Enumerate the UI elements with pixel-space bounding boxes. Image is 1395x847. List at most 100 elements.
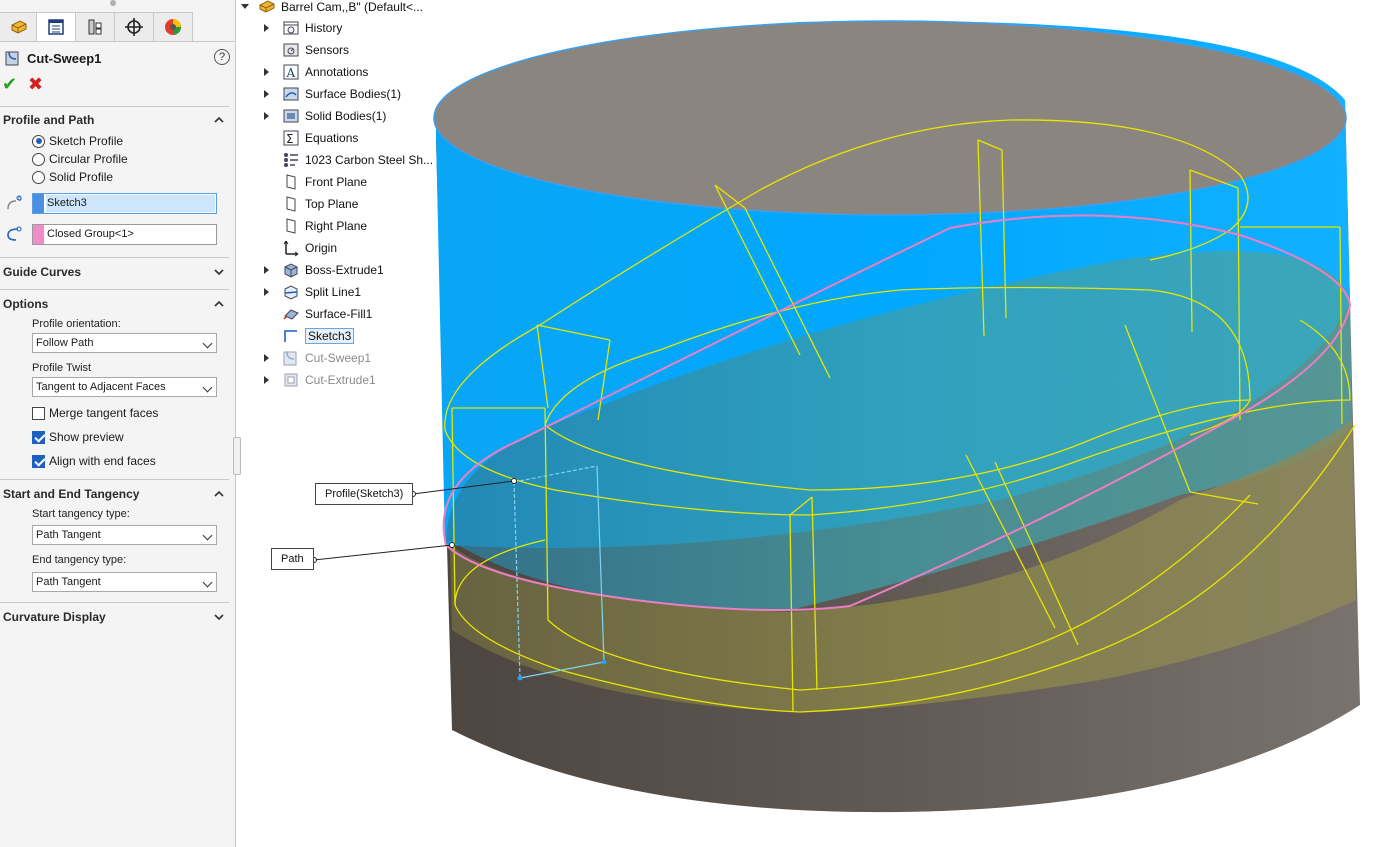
tree-label: Annotations: [305, 65, 369, 79]
checkbox-label: Merge tangent faces: [49, 406, 159, 420]
profile-selection-box[interactable]: Sketch3: [32, 193, 217, 214]
tab-property-manager[interactable]: [36, 12, 76, 41]
tree-item-right-plane[interactable]: Right Plane: [282, 216, 367, 236]
tab-dimxpert-manager[interactable]: [114, 12, 154, 41]
tree-label: Right Plane: [305, 219, 368, 233]
tree-label: Solid Bodies(1): [305, 109, 387, 123]
dropdown-value: Follow Path: [36, 337, 94, 349]
profile-select-icon: 0: [7, 195, 22, 210]
tree-item-cut-sweep1[interactable]: Cut-Sweep1: [264, 348, 372, 368]
chevron-up-icon[interactable]: [212, 297, 226, 311]
chevron-up-icon[interactable]: [212, 487, 226, 501]
radio-button[interactable]: [32, 152, 45, 166]
tree-item-split-line1[interactable]: Split Line1: [264, 282, 361, 302]
chevron-up-icon[interactable]: [212, 113, 226, 127]
panel-grip[interactable]: [110, 0, 116, 6]
tree-label: Cut-Extrude1: [305, 373, 376, 387]
profile-orientation-dropdown[interactable]: Follow Path: [32, 333, 217, 353]
profile-color-swatch: [33, 194, 44, 213]
expand-arrow-icon[interactable]: [264, 68, 269, 76]
path-value: Closed Group<1>: [47, 228, 134, 240]
profile-twist-label: Profile Twist: [32, 362, 92, 374]
chevron-down-icon[interactable]: [212, 265, 226, 279]
ok-check-icon[interactable]: ✔: [2, 74, 17, 95]
tree-item-equations[interactable]: Σ Equations: [282, 128, 358, 148]
tree-root[interactable]: Barrel Cam,,B" (Default<...: [241, 0, 423, 17]
radio-label: Sketch Profile: [49, 134, 124, 148]
profile-twist-dropdown[interactable]: Tangent to Adjacent Faces: [32, 377, 217, 397]
checkbox[interactable]: [32, 430, 45, 444]
collapse-arrow-icon[interactable]: [241, 4, 249, 9]
help-button[interactable]: ?: [214, 49, 230, 65]
expand-arrow-icon[interactable]: [264, 266, 269, 274]
section-curvature-display[interactable]: Curvature Display: [0, 607, 230, 627]
checkbox[interactable]: [32, 406, 45, 420]
section-guide-curves[interactable]: Guide Curves: [0, 262, 230, 282]
tab-display-manager[interactable]: [153, 12, 193, 41]
expand-arrow-icon[interactable]: [264, 354, 269, 362]
profile-orientation-label: Profile orientation:: [32, 318, 121, 330]
section-profile-and-path[interactable]: Profile and Path: [0, 110, 230, 130]
property-manager-icon: [48, 19, 64, 35]
tab-feature-manager[interactable]: [0, 12, 39, 41]
material-icon: [284, 153, 298, 167]
profile-callout[interactable]: Profile(Sketch3): [315, 483, 414, 505]
surface-fill-icon: [283, 309, 299, 320]
tab-configuration-manager[interactable]: [75, 12, 115, 41]
radio-circular-profile[interactable]: Circular Profile: [32, 150, 128, 168]
cancel-x-icon[interactable]: ✖: [28, 74, 43, 95]
tree-label: Front Plane: [305, 175, 368, 189]
checkbox[interactable]: [32, 454, 45, 468]
tree-item-history[interactable]: History: [264, 18, 342, 38]
dropdown-value: Tangent to Adjacent Faces: [36, 381, 166, 393]
tree-label: Sensors: [305, 43, 350, 57]
radio-solid-profile[interactable]: Solid Profile: [32, 168, 113, 186]
expand-arrow-icon[interactable]: [264, 90, 269, 98]
checkbox-merge-tangent-faces[interactable]: Merge tangent faces: [32, 404, 158, 422]
feature-manager-tree: Barrel Cam,,B" (Default<... History Sens…: [236, 0, 436, 400]
checkbox-align-with-end-faces[interactable]: Align with end faces: [32, 452, 156, 470]
tree-item-sensors[interactable]: Sensors: [282, 40, 349, 60]
separator: [0, 479, 229, 480]
expand-arrow-icon[interactable]: [264, 376, 269, 384]
leader-anchor: [449, 542, 455, 548]
chevron-down-icon[interactable]: [212, 610, 226, 624]
tree-item-sketch3[interactable]: Sketch3: [282, 326, 355, 346]
separator: [0, 257, 229, 258]
radio-button[interactable]: [32, 134, 45, 148]
dropdown-value: Path Tangent: [36, 576, 101, 588]
separator: [0, 106, 229, 107]
expand-arrow-icon[interactable]: [264, 288, 269, 296]
path-callout[interactable]: Path: [271, 548, 314, 570]
plane-icon: [286, 174, 296, 190]
history-icon: [283, 21, 299, 35]
tree-item-material[interactable]: 1023 Carbon Steel Sh...: [282, 150, 433, 170]
end-tangency-dropdown[interactable]: Path Tangent: [32, 572, 217, 592]
dimxpert-icon: [125, 18, 143, 36]
expand-arrow-icon[interactable]: [264, 112, 269, 120]
tree-item-annotations[interactable]: A Annotations: [264, 62, 369, 82]
manager-tabs: [0, 12, 236, 42]
expand-arrow-icon[interactable]: [264, 24, 269, 32]
section-title: Guide Curves: [3, 265, 82, 279]
radio-sketch-profile[interactable]: Sketch Profile: [32, 132, 123, 150]
tree-item-top-plane[interactable]: Top Plane: [282, 194, 358, 214]
radio-button[interactable]: [32, 170, 45, 184]
tree-item-origin[interactable]: Origin: [282, 238, 337, 258]
tree-item-boss-extrude1[interactable]: Boss-Extrude1: [264, 260, 384, 280]
section-options[interactable]: Options: [0, 294, 230, 314]
tree-item-surface-bodies[interactable]: Surface Bodies(1): [264, 84, 401, 104]
surface-bodies-icon: [283, 87, 299, 101]
cut-sweep-icon: [283, 351, 297, 366]
configuration-manager-icon: [88, 19, 102, 35]
tree-item-cut-extrude1[interactable]: Cut-Extrude1: [264, 370, 376, 390]
checkbox-show-preview[interactable]: Show preview: [32, 428, 124, 446]
chevron-down-icon: [202, 338, 213, 349]
start-tangency-dropdown[interactable]: Path Tangent: [32, 525, 217, 545]
tree-item-solid-bodies[interactable]: Solid Bodies(1): [264, 106, 387, 126]
path-selection-box[interactable]: Closed Group<1>: [32, 224, 217, 245]
tree-label: Cut-Sweep1: [305, 351, 372, 365]
tree-item-front-plane[interactable]: Front Plane: [282, 172, 367, 192]
section-start-end-tangency[interactable]: Start and End Tangency: [0, 484, 230, 504]
tree-item-surface-fill1[interactable]: Surface-Fill1: [282, 304, 372, 324]
